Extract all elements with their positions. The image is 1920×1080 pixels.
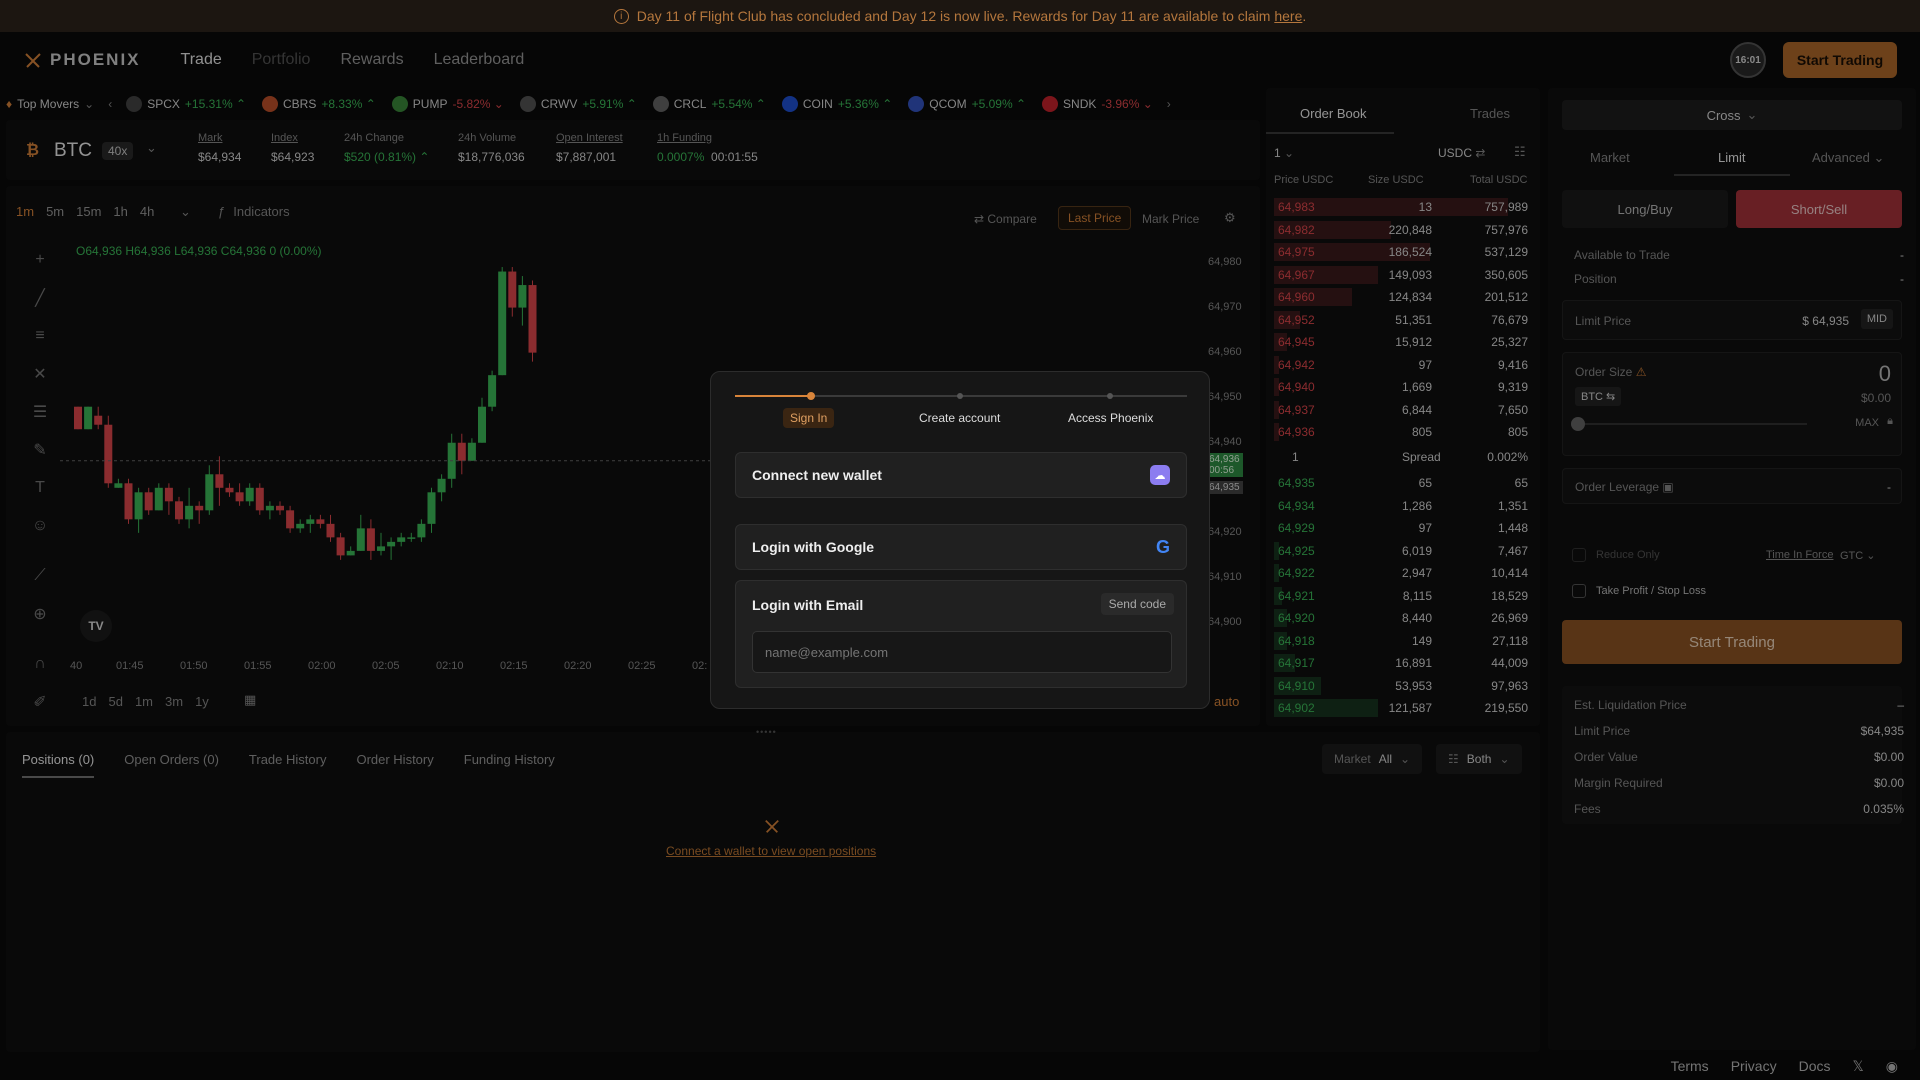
claim-link[interactable]: here: [1274, 8, 1302, 24]
login-email-label: Login with Email: [752, 597, 864, 613]
info-icon: i: [613, 8, 629, 24]
step-access-phoenix: Access Phoenix: [1068, 411, 1154, 425]
step-dot: [1107, 393, 1113, 399]
email-input[interactable]: [752, 631, 1172, 673]
send-code-button[interactable]: Send code: [1100, 593, 1174, 615]
step-create-account: Create account: [919, 411, 1001, 425]
step-sign-in: Sign In: [783, 408, 835, 428]
step-dot: [957, 393, 963, 399]
connect-wallet-button[interactable]: Connect new wallet ☁: [735, 452, 1187, 498]
announcement-banner: i Day 11 of Flight Club has concluded an…: [0, 0, 1920, 32]
google-icon: G: [1155, 536, 1170, 557]
login-google-label: Login with Google: [752, 539, 875, 555]
email-login-card: Login with Email Send code: [735, 580, 1187, 688]
login-google-button[interactable]: Login with Google G: [735, 524, 1187, 570]
announcement-suffix: .: [1302, 8, 1307, 24]
step-dot-active: [807, 392, 815, 400]
wallet-icon: ☁: [1150, 465, 1170, 485]
sign-in-modal: Sign In Create account Access Phoenix Co…: [710, 371, 1210, 709]
announcement-text: Day 11 of Flight Club has concluded and …: [636, 8, 1275, 24]
connect-wallet-label: Connect new wallet: [752, 467, 882, 483]
